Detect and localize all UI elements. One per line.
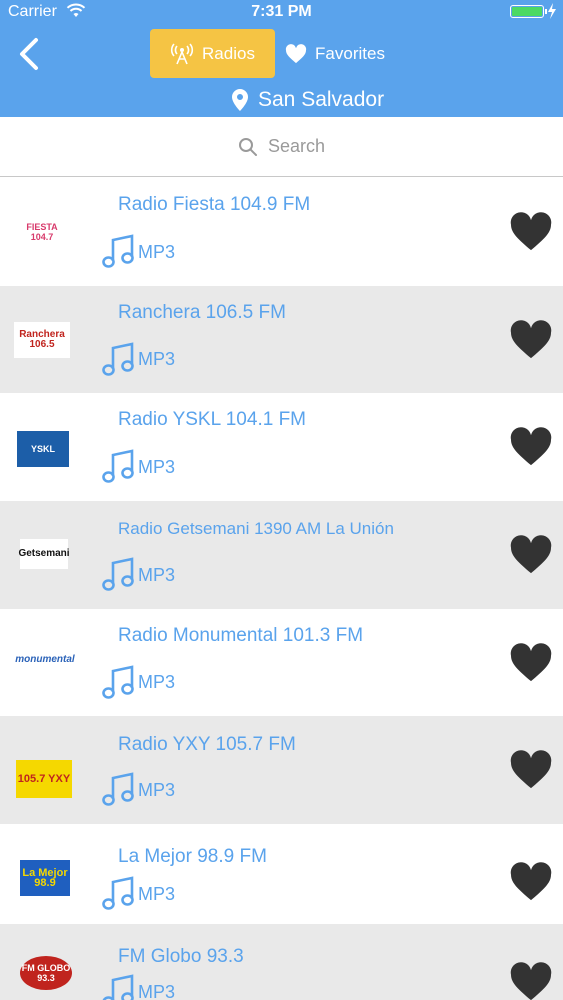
station-name: FM Globo 93.3 xyxy=(118,946,244,968)
tab-favorites[interactable]: Favorites xyxy=(280,29,390,78)
music-note-icon xyxy=(102,234,134,268)
station-logo: La Mejor 98.9 xyxy=(20,860,70,897)
station-name: Radio YSKL 104.1 FM xyxy=(118,409,306,431)
battery-icon xyxy=(510,5,544,18)
favorite-heart-icon[interactable] xyxy=(509,750,553,790)
search-input[interactable]: Search xyxy=(0,117,563,177)
music-note-icon xyxy=(102,557,134,591)
station-logo: Getsemani xyxy=(18,539,70,570)
charging-icon xyxy=(548,3,556,19)
tab-radios-label: Radios xyxy=(202,43,255,63)
station-logo: Ranchera 106.5 xyxy=(14,321,70,358)
tab-radios[interactable]: Radios xyxy=(150,29,275,78)
nav-header: Carrier 7:31 PM Radios Favorites San Sal… xyxy=(0,0,563,117)
station-row[interactable]: YSKL Radio YSKL 104.1 FM MP3 xyxy=(0,393,563,502)
station-format: MP3 xyxy=(102,772,175,808)
station-format: MP3 xyxy=(102,449,175,485)
station-row[interactable]: FM GLOBO 93.3 FM Globo 93.3 MP3 xyxy=(0,924,563,1000)
format-label: MP3 xyxy=(138,456,176,477)
station-name: Radio YXY 105.7 FM xyxy=(118,734,296,756)
station-format: MP3 xyxy=(102,974,175,1000)
format-label: MP3 xyxy=(138,981,176,1000)
station-format: MP3 xyxy=(102,665,175,701)
station-logo: monumental xyxy=(15,653,75,665)
music-note-icon xyxy=(102,974,134,1000)
music-note-icon xyxy=(102,876,134,910)
favorite-heart-icon[interactable] xyxy=(509,535,553,575)
station-format: MP3 xyxy=(102,557,175,593)
station-name: La Mejor 98.9 FM xyxy=(118,846,267,868)
search-icon xyxy=(238,137,257,156)
station-name: Radio Getsemani 1390 AM La Unión xyxy=(118,519,394,539)
station-row[interactable]: monumental Radio Monumental 101.3 FM MP3 xyxy=(0,608,563,717)
format-label: MP3 xyxy=(138,883,176,904)
station-logo: FIESTA 104.7 xyxy=(26,222,58,242)
favorite-heart-icon[interactable] xyxy=(509,642,553,683)
station-row[interactable]: FIESTA 104.7 Radio Fiesta 104.9 FM MP3 xyxy=(0,178,563,286)
status-bar: Carrier 7:31 PM xyxy=(0,0,563,24)
music-note-icon xyxy=(102,665,134,699)
favorite-heart-icon[interactable] xyxy=(509,427,553,467)
station-name: Radio Fiesta 104.9 FM xyxy=(118,194,311,215)
search-placeholder: Search xyxy=(267,136,326,156)
location-label: San Salvador xyxy=(258,88,385,111)
station-format: MP3 xyxy=(102,234,175,270)
station-logo: FM GLOBO 93.3 xyxy=(20,956,72,991)
favorite-heart-icon[interactable] xyxy=(509,212,553,252)
favorite-heart-icon[interactable] xyxy=(509,319,553,360)
station-row[interactable]: Getsemani Radio Getsemani 1390 AM La Uni… xyxy=(0,501,563,609)
music-note-icon xyxy=(102,772,134,807)
format-label: MP3 xyxy=(138,779,176,800)
favorite-heart-icon[interactable] xyxy=(509,962,553,1000)
station-logo: 105.7 YXY xyxy=(16,760,72,799)
tab-favorites-label: Favorites xyxy=(315,43,385,63)
format-label: MP3 xyxy=(138,241,176,262)
station-row[interactable]: La Mejor 98.9 La Mejor 98.9 FM MP3 xyxy=(0,824,563,925)
station-format: MP3 xyxy=(102,342,175,378)
format-label: MP3 xyxy=(138,672,176,693)
broadcast-icon xyxy=(170,42,194,64)
status-time: 7:31 PM xyxy=(251,3,312,20)
music-note-icon xyxy=(102,342,134,376)
favorite-heart-icon[interactable] xyxy=(509,862,553,902)
location-selector[interactable]: San Salvador xyxy=(232,86,384,114)
station-logo: YSKL xyxy=(17,431,69,468)
station-row[interactable]: Ranchera 106.5 Ranchera 106.5 FM MP3 xyxy=(0,285,563,394)
station-row[interactable]: 105.7 YXY Radio YXY 105.7 FM MP3 xyxy=(0,716,563,825)
back-button[interactable] xyxy=(14,36,46,72)
station-name: Ranchera 106.5 FM xyxy=(118,301,286,323)
station-format: MP3 xyxy=(102,876,175,912)
format-label: MP3 xyxy=(138,349,176,370)
station-list: FIESTA 104.7 Radio Fiesta 104.9 FM MP3 R… xyxy=(0,178,563,1000)
location-pin-icon xyxy=(232,89,248,111)
format-label: MP3 xyxy=(138,564,176,585)
station-name: Radio Monumental 101.3 FM xyxy=(118,624,364,646)
music-note-icon xyxy=(102,449,134,484)
heart-icon xyxy=(285,43,307,63)
